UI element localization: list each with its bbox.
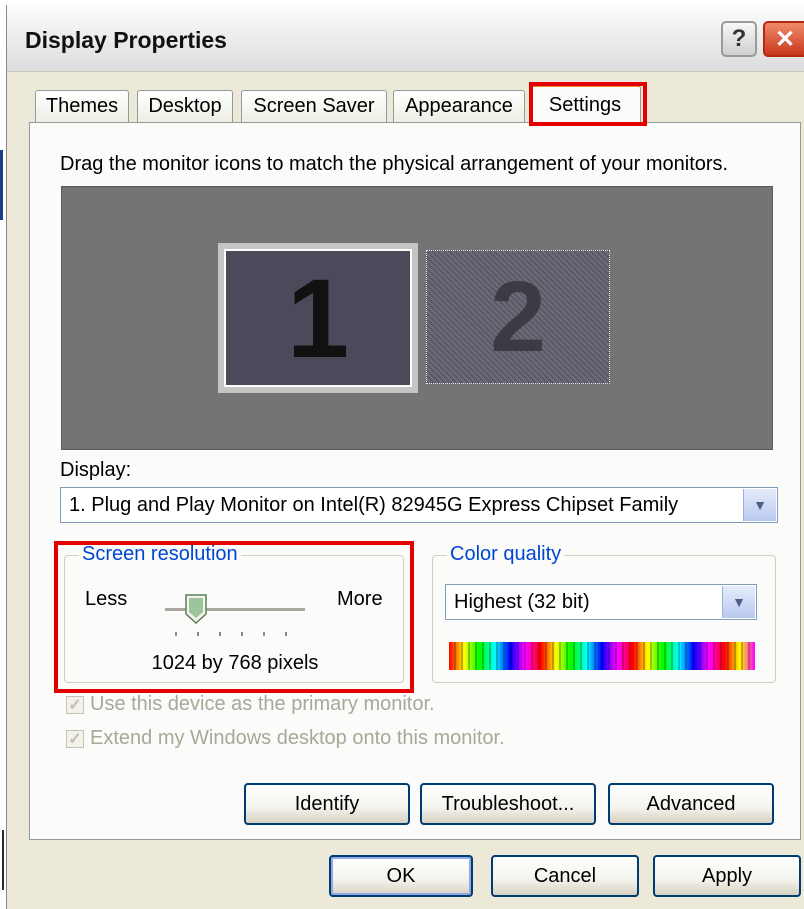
instruction-text: Drag the monitor icons to match the phys…: [60, 153, 729, 175]
color-quality-value: Highest (32 bit): [454, 590, 590, 613]
display-label: Display:: [60, 459, 132, 481]
tab-desktop[interactable]: Desktop: [137, 90, 233, 122]
extend-desktop-checkbox-row: ✓ Extend my Windows desktop onto this mo…: [66, 727, 505, 750]
display-select-value: 1. Plug and Play Monitor on Intel(R) 829…: [69, 493, 679, 516]
background-window-edge: [0, 150, 3, 220]
screen-resolution-highlight: [54, 541, 414, 693]
tab-screen-saver[interactable]: Screen Saver: [241, 90, 387, 122]
primary-monitor-checkbox: ✓: [66, 695, 84, 714]
display-select[interactable]: 1. Plug and Play Monitor on Intel(R) 829…: [60, 487, 778, 523]
monitor-1-number: 1: [224, 249, 412, 387]
advanced-button[interactable]: Advanced: [608, 783, 774, 825]
apply-button[interactable]: Apply: [653, 855, 801, 897]
ok-button[interactable]: OK: [329, 855, 473, 897]
tab-appearance[interactable]: Appearance: [393, 90, 525, 122]
chevron-down-icon[interactable]: ▼: [743, 489, 776, 521]
troubleshoot-button[interactable]: Troubleshoot...: [420, 783, 596, 825]
color-spectrum-bar: [449, 642, 755, 670]
extend-desktop-checkbox: ✓: [66, 729, 84, 748]
display-properties-dialog: Display Properties ? ✕ Themes Desktop Sc…: [6, 5, 804, 909]
help-icon: ?: [731, 25, 747, 52]
tab-themes[interactable]: Themes: [35, 90, 129, 122]
monitor-2-number: 2: [490, 260, 546, 373]
primary-monitor-checkbox-row: ✓ Use this device as the primary monitor…: [66, 693, 435, 716]
color-quality-select[interactable]: Highest (32 bit) ▼: [445, 584, 757, 620]
title-bar[interactable]: Display Properties ? ✕: [7, 5, 804, 72]
settings-panel: Drag the monitor icons to match the phys…: [29, 122, 801, 840]
identify-button[interactable]: Identify: [244, 783, 410, 825]
extend-desktop-label: Extend my Windows desktop onto this moni…: [90, 727, 505, 749]
color-quality-title: Color quality: [447, 543, 565, 566]
cancel-button[interactable]: Cancel: [491, 855, 639, 897]
color-quality-group: Color quality Highest (32 bit) ▼: [432, 543, 776, 683]
monitor-1-icon[interactable]: 1: [218, 243, 418, 393]
window-title: Display Properties: [25, 27, 227, 53]
color-spectrum-stripes: [449, 642, 755, 670]
close-button[interactable]: ✕: [763, 21, 804, 57]
help-button[interactable]: ?: [721, 21, 757, 57]
settings-tab-highlight: [529, 82, 647, 126]
primary-monitor-label: Use this device as the primary monitor.: [90, 693, 435, 715]
close-icon: ✕: [774, 25, 796, 53]
chevron-down-icon[interactable]: ▼: [722, 586, 755, 618]
monitor-2-icon[interactable]: 2: [426, 250, 610, 384]
monitor-arrangement-area[interactable]: 1 2: [61, 186, 773, 450]
background-window-edge: [2, 830, 4, 890]
